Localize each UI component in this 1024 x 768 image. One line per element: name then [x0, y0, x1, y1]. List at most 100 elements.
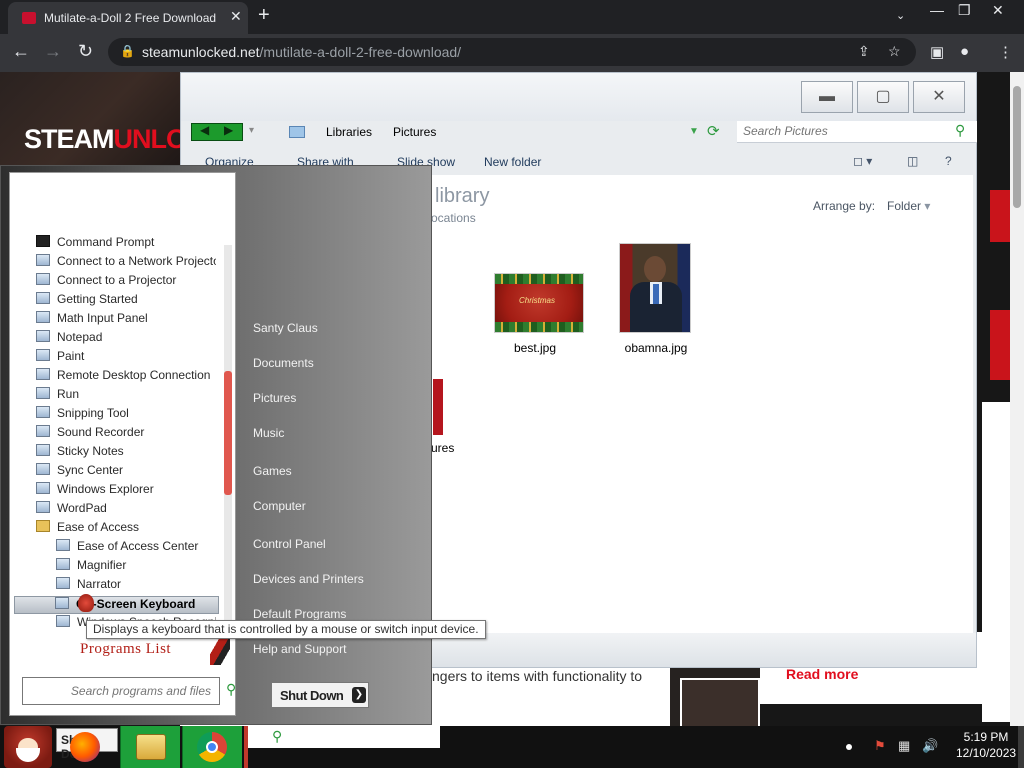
programs-scrollbar[interactable] — [224, 245, 232, 625]
new-folder-button[interactable]: New folder — [484, 155, 541, 169]
program-item-wordpad[interactable]: WordPad — [36, 501, 216, 519]
program-label: Connect to a Projector — [57, 273, 177, 287]
start-link-pictures[interactable]: Pictures — [253, 391, 296, 405]
close-window-button[interactable]: ✕ — [992, 2, 1004, 19]
program-label: Run — [57, 387, 80, 401]
program-item-math-input-panel[interactable]: Math Input Panel — [36, 311, 216, 329]
program-item-sticky-notes[interactable]: Sticky Notes — [36, 444, 216, 462]
explorer-search-input[interactable] — [743, 124, 943, 138]
breadcrumb-libraries[interactable]: Libraries — [326, 125, 372, 139]
explorer-back-icon[interactable]: ◀ — [200, 123, 209, 137]
start-search-box[interactable] — [22, 677, 220, 705]
shutdown-button[interactable]: Shut Down ❯ — [271, 682, 369, 708]
start-link-user[interactable]: Santy Claus — [253, 321, 318, 335]
program-item-run[interactable]: Run — [36, 387, 216, 405]
program-item-sound-recorder[interactable]: Sound Recorder — [36, 425, 216, 443]
search-icon[interactable]: ⚲ — [955, 122, 965, 139]
help-icon[interactable]: ? — [945, 154, 952, 168]
start-search-input[interactable] — [31, 684, 211, 698]
program-item-remote-desktop-connection[interactable]: Remote Desktop Connection — [36, 368, 216, 386]
shutdown-options-icon[interactable]: ❯ — [352, 687, 366, 703]
start-link-default-programs[interactable]: Default Programs — [253, 607, 346, 621]
program-item-on-screen-keyboard[interactable]: On-Screen Keyboard — [14, 596, 219, 614]
address-bar[interactable]: 🔒 steamunlocked.net/mutilate-a-doll-2-fr… — [108, 38, 916, 66]
programs-scrollbar-thumb[interactable] — [224, 371, 232, 495]
sidebar-strip — [982, 402, 1010, 722]
profile-icon[interactable]: ● — [960, 43, 969, 60]
program-item-narrator[interactable]: Narrator — [56, 577, 216, 595]
clock-date[interactable]: 12/10/2023 — [956, 746, 1016, 760]
view-options-icon[interactable]: ◻ ▾ — [853, 154, 872, 168]
recent-pages-icon[interactable]: ▾ — [249, 125, 254, 136]
program-label: Getting Started — [57, 292, 138, 306]
close-tab-icon[interactable]: ✕ — [230, 8, 242, 25]
program-item-notepad[interactable]: Notepad — [36, 330, 216, 348]
arrange-by-dropdown[interactable]: Folder ▾ — [887, 199, 930, 213]
browser-tab[interactable]: Mutilate-a-Doll 2 Free Download ✕ — [8, 2, 248, 34]
explorer-titlebar[interactable]: ▬ ▢ ✕ — [181, 73, 976, 121]
breadcrumb-pictures[interactable]: Pictures — [393, 125, 436, 139]
explorer-maximize-button[interactable]: ▢ — [857, 81, 909, 113]
reload-icon[interactable]: ↻ — [78, 41, 93, 62]
start-link-control-panel[interactable]: Control Panel — [253, 537, 326, 551]
sidepanel-icon[interactable]: ▣ — [930, 43, 944, 61]
back-icon[interactable]: ← — [12, 41, 30, 62]
search-icon[interactable]: ⚲ — [272, 728, 282, 745]
program-label: Sync Center — [57, 463, 124, 477]
related-thumbnail[interactable] — [680, 678, 760, 726]
taskbar-explorer-button[interactable] — [120, 726, 180, 768]
explorer-forward-icon[interactable]: ▶ — [224, 123, 233, 137]
preview-pane-icon[interactable]: ◫ — [907, 154, 918, 168]
program-item-ease-of-access[interactable]: Ease of Access — [36, 520, 216, 538]
lock-icon[interactable]: 🔒 — [120, 44, 135, 58]
new-tab-button[interactable]: + — [258, 4, 270, 27]
start-link-devices[interactable]: Devices and Printers — [253, 572, 364, 586]
address-dropdown-icon[interactable]: ▼ — [689, 126, 699, 137]
menu-icon[interactable]: ⋮ — [998, 43, 1013, 61]
program-label: Windows Explorer — [57, 482, 154, 496]
program-icon — [36, 387, 50, 399]
start-link-help[interactable]: Help and Support — [253, 642, 346, 656]
network-icon[interactable]: ▦ — [898, 738, 910, 754]
restore-window-button[interactable]: ❐ — [958, 2, 971, 19]
volume-icon[interactable]: 🔊 — [922, 738, 938, 754]
explorer-close-button[interactable]: ✕ — [913, 81, 965, 113]
read-more-link[interactable]: Read more — [786, 666, 858, 682]
program-item-command-prompt[interactable]: Command Prompt — [36, 235, 216, 253]
program-item-getting-started[interactable]: Getting Started — [36, 292, 216, 310]
program-item-magnifier[interactable]: Magnifier — [56, 558, 216, 576]
start-link-games[interactable]: Games — [253, 464, 292, 478]
library-includes-link[interactable]: ocations — [431, 211, 476, 225]
program-item-connect-to-a-network-projector[interactable]: Connect to a Network Projector — [36, 254, 216, 272]
start-link-music[interactable]: Music — [253, 426, 284, 440]
minimize-window-button[interactable]: — — [930, 2, 944, 18]
page-scrollbar[interactable] — [1010, 72, 1024, 726]
taskbar-chrome-button[interactable] — [182, 726, 242, 768]
star-icon[interactable]: ☆ — [888, 43, 901, 60]
program-item-connect-to-a-projector[interactable]: Connect to a Projector — [36, 273, 216, 291]
tab-search-icon[interactable]: ⌄ — [896, 9, 905, 22]
firefox-icon[interactable] — [70, 732, 100, 762]
program-icon — [36, 235, 50, 247]
clock-time[interactable]: 5:19 PM — [956, 730, 1016, 744]
show-desktop-button[interactable] — [1018, 726, 1024, 768]
share-icon[interactable]: ⇪ — [858, 43, 870, 60]
program-icon — [36, 349, 50, 361]
refresh-icon[interactable]: ⟳ — [707, 122, 720, 140]
explorer-search-box[interactable]: ⚲ — [737, 121, 977, 143]
program-item-windows-explorer[interactable]: Windows Explorer — [36, 482, 216, 500]
partial-folder-thumbnail[interactable] — [433, 379, 443, 435]
start-link-documents[interactable]: Documents — [253, 356, 314, 370]
program-label: Sound Recorder — [57, 425, 145, 439]
start-link-computer[interactable]: Computer — [253, 499, 306, 513]
forward-icon[interactable]: → — [44, 41, 62, 62]
program-item-ease-of-access-center[interactable]: Ease of Access Center — [56, 539, 216, 557]
start-button[interactable] — [4, 726, 52, 768]
action-center-flag-icon[interactable]: ⚑ — [874, 738, 886, 754]
program-item-snipping-tool[interactable]: Snipping Tool — [36, 406, 216, 424]
program-item-paint[interactable]: Paint — [36, 349, 216, 367]
explorer-minimize-button[interactable]: ▬ — [801, 81, 853, 113]
search-icon[interactable]: ⚲ — [226, 681, 236, 698]
page-scrollbar-thumb[interactable] — [1013, 86, 1021, 208]
program-item-sync-center[interactable]: Sync Center — [36, 463, 216, 481]
